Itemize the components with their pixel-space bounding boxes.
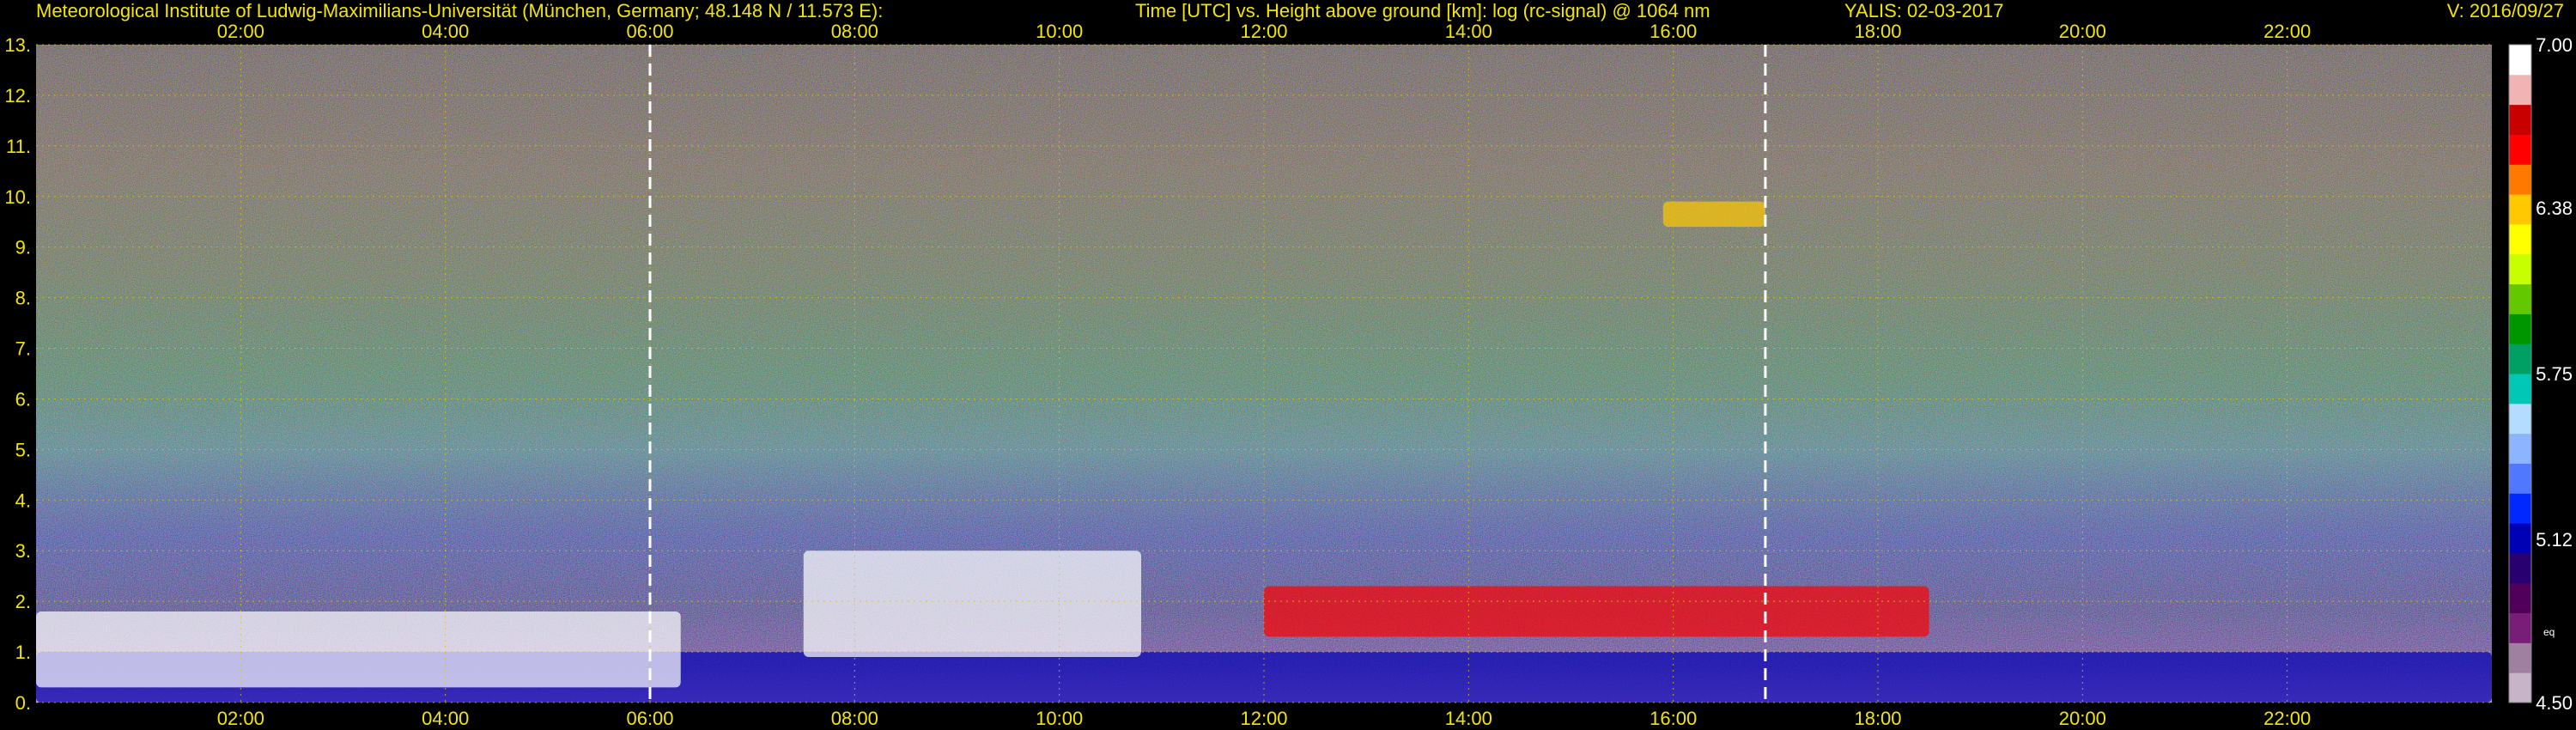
- y-tick-label: 0.: [15, 692, 31, 714]
- colorbar-segment: [2509, 433, 2531, 464]
- colorbar-segment: [2509, 582, 2531, 614]
- colorbar-segment: [2509, 612, 2531, 643]
- colorbar-segment: [2509, 374, 2531, 405]
- feature-3: [1264, 586, 1929, 637]
- colorbar-tick-label: 7.00: [2536, 34, 2573, 56]
- chart-title: Time [UTC] vs. Height above ground [km]:…: [1135, 0, 1710, 21]
- colorbar-tick-label: 4.50: [2536, 692, 2573, 714]
- colorbar-segment: [2509, 164, 2531, 195]
- colorbar-segment: [2509, 253, 2531, 285]
- colorbar-segment: [2509, 463, 2531, 494]
- colorbar-segment: [2509, 493, 2531, 524]
- y-tick-label: 10.: [4, 186, 31, 208]
- colorbar-segment: [2509, 313, 2531, 344]
- x-tick-label-top: 16:00: [1649, 21, 1697, 42]
- x-tick-label-bottom: 14:00: [1445, 708, 1492, 729]
- x-tick-label-bottom: 22:00: [2263, 708, 2311, 729]
- feature-2: [803, 551, 1141, 657]
- feature-4: [1662, 201, 1765, 228]
- x-tick-label-top: 02:00: [217, 21, 264, 42]
- colorbar-segment: [2509, 223, 2531, 255]
- x-tick-label-top: 12:00: [1240, 21, 1287, 42]
- x-tick-label-bottom: 10:00: [1036, 708, 1083, 729]
- x-tick-label-bottom: 16:00: [1649, 708, 1697, 729]
- colorbar-segment: [2509, 344, 2531, 374]
- y-tick-label: 6.: [15, 388, 31, 410]
- x-tick-label-bottom: 04:00: [422, 708, 469, 729]
- colorbar-segment: [2509, 104, 2531, 135]
- x-tick-label-top: 08:00: [831, 21, 878, 42]
- colorbar-segment: [2509, 552, 2531, 584]
- colorbar: 4.50 5.12 5.75 6.38 7.00 eq: [2508, 34, 2573, 714]
- colorbar-segment: [2509, 134, 2531, 165]
- y-tick-label: 12.: [4, 85, 31, 106]
- x-tick-label-bottom: 20:00: [2059, 708, 2106, 729]
- feature-1: [36, 611, 681, 688]
- x-tick-label-top: 14:00: [1445, 21, 1492, 42]
- y-tick-label: 3.: [15, 540, 31, 562]
- instrument-date: YALIS: 02-03-2017: [1844, 0, 2004, 21]
- colorbar-segment: [2509, 194, 2531, 225]
- colorbar-tick-label: 6.38: [2536, 198, 2573, 219]
- x-tick-label-bottom: 08:00: [831, 708, 878, 729]
- y-tick-label: 9.: [15, 237, 31, 259]
- x-axis-top: 02:00 04:00 06:00 08:00 10:00 12:00 14:00 16:00…: [217, 21, 2311, 42]
- x-tick-label-top: 04:00: [422, 21, 469, 42]
- colorbar-segment: [2509, 403, 2531, 435]
- colorbar-segment: [2509, 523, 2531, 554]
- version-label: V: 2016/09/27: [2447, 0, 2564, 21]
- colorbar-small-label: eq: [2543, 626, 2555, 638]
- x-tick-label-top: 22:00: [2263, 21, 2311, 42]
- x-tick-label-bottom: 12:00: [1240, 708, 1287, 729]
- y-tick-label: 4.: [15, 490, 31, 511]
- y-tick-label: 2.: [15, 591, 31, 612]
- y-tick-label: 7.: [15, 338, 31, 360]
- x-axis-bottom: 02:00 04:00 06:00 08:00 10:00 12:00 14:00 16:00…: [217, 708, 2311, 729]
- x-tick-label-top: 18:00: [1854, 21, 1901, 42]
- institute-label: Meteorological Institute of Ludwig-Maxim…: [36, 0, 883, 21]
- colorbar-segment: [2509, 74, 2531, 106]
- colorbar-segment: [2509, 283, 2531, 314]
- x-tick-label-top: 20:00: [2059, 21, 2106, 42]
- x-tick-label-bottom: 18:00: [1854, 708, 1901, 729]
- colorbar-segment: [2509, 672, 2531, 703]
- x-tick-label-top: 06:00: [626, 21, 673, 42]
- colorbar-segment: [2509, 642, 2531, 673]
- y-tick-label: 1.: [15, 642, 31, 663]
- y-tick-label: 11.: [6, 136, 31, 157]
- y-tick-label: 8.: [15, 288, 31, 309]
- lidar-quicklook-chart: Meteorological Institute of Ludwig-Maxim…: [4, 0, 2573, 729]
- x-tick-label-bottom: 02:00: [217, 708, 264, 729]
- y-tick-label: 13.: [4, 34, 31, 56]
- y-axis: 0. 1. 2. 3. 4. 5. 6. 7. 8. 9. 10. 11. 12. 13.: [4, 34, 31, 714]
- colorbar-tick-label: 5.12: [2536, 529, 2573, 551]
- colorbar-segment: [2509, 45, 2531, 76]
- x-tick-label-top: 10:00: [1036, 21, 1083, 42]
- colorbar-tick-label: 5.75: [2536, 363, 2573, 385]
- x-tick-label-bottom: 06:00: [626, 708, 673, 729]
- y-tick-label: 5.: [15, 439, 31, 460]
